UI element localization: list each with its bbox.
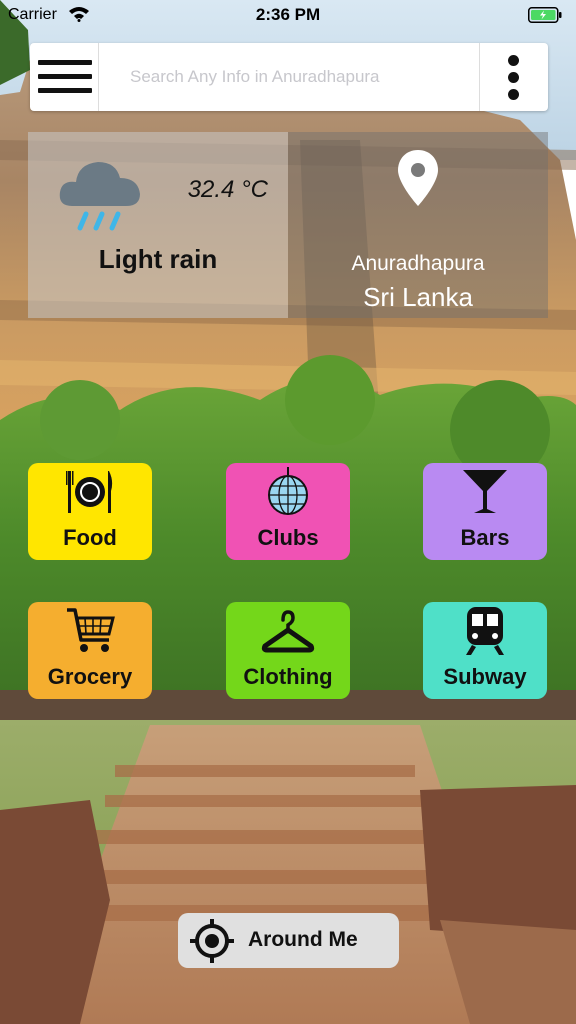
search-bar (30, 43, 548, 111)
food-label: Food (63, 525, 117, 550)
bars-tile[interactable]: Bars (423, 463, 547, 560)
clubs-label: Clubs (257, 525, 319, 550)
status-time: 2:36 PM (255, 5, 321, 24)
location-pin-icon (398, 150, 438, 206)
search-input[interactable] (110, 43, 490, 111)
subway-label: Subway (443, 664, 527, 689)
weather-condition: Light rain (98, 244, 218, 274)
location-country: Sri Lanka (363, 282, 473, 312)
food-tile[interactable]: Food (28, 463, 152, 560)
around-me-button[interactable]: Around Me (178, 913, 399, 968)
subway-tile[interactable]: Subway (423, 602, 547, 699)
dot (508, 72, 519, 83)
rain-cloud-icon (59, 162, 140, 231)
clubs-tile[interactable]: Clubs (226, 463, 350, 560)
plate-cutlery-icon (66, 471, 113, 513)
grocery-tile[interactable]: Grocery (28, 602, 152, 699)
grocery-label: Grocery (47, 664, 133, 689)
more-options-button[interactable] (479, 43, 548, 111)
crosshair-icon (190, 919, 234, 963)
status-bar: Carrier 2:36 PM (0, 0, 576, 30)
cocktail-glass-icon (463, 470, 507, 513)
hamburger-line (38, 88, 92, 93)
around-me-label: Around Me (248, 928, 358, 951)
temperature-value: 32.4 °C (187, 176, 268, 203)
location-panel: Anuradhapura Sri Lanka (288, 132, 548, 318)
hamburger-line (38, 74, 92, 79)
bars-label: Bars (460, 525, 510, 550)
dot (508, 55, 519, 66)
shopping-cart-icon (67, 608, 115, 652)
hamburger-line (38, 60, 92, 65)
dot (508, 89, 519, 100)
disco-ball-icon (268, 467, 308, 515)
train-icon (466, 607, 504, 655)
clothing-label: Clothing (243, 664, 333, 689)
hanger-icon (261, 610, 315, 653)
location-city: Anuradhapura (351, 252, 485, 275)
menu-button[interactable] (30, 43, 99, 111)
clothing-tile[interactable]: Clothing (226, 602, 350, 699)
battery-icon (528, 7, 562, 23)
weather-panel: 32.4 °C Light rain (28, 132, 288, 318)
